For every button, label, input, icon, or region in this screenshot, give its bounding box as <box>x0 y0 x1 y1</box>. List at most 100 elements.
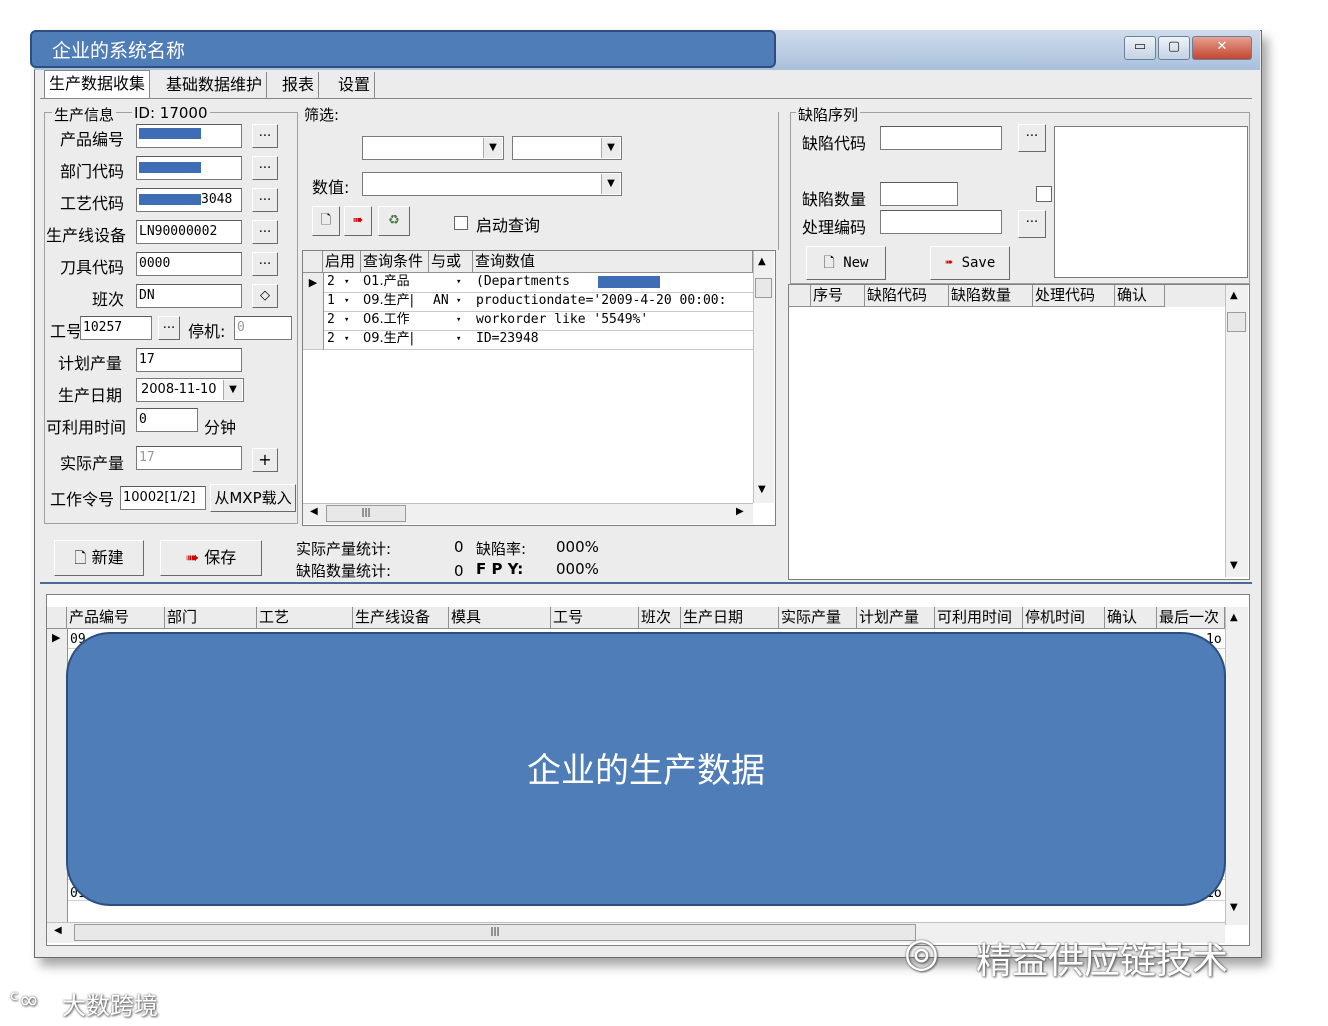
scroll-right-icon[interactable]: ▶ <box>736 506 744 517</box>
chevron-down-icon[interactable]: ▾ <box>456 273 468 292</box>
defect-new-button[interactable]: 🗋 New <box>806 246 886 280</box>
scrollbar-thumb[interactable]: ||| <box>326 505 406 522</box>
defect-confirm-checkbox[interactable] <box>1036 186 1052 202</box>
defect-save-button[interactable]: ➠ Save <box>930 246 1010 280</box>
dept-code-input[interactable] <box>136 156 242 180</box>
filter-row-condition[interactable]: 06.工作 <box>363 311 427 330</box>
tool-code-input[interactable]: 0000 <box>136 252 242 276</box>
tab-settings[interactable]: 设置 <box>334 72 376 98</box>
filter-row-condition[interactable]: 01.产品 <box>363 273 427 292</box>
maximize-button[interactable]: ▢ <box>1158 36 1190 60</box>
filter-field-select[interactable]: ▼ <box>362 136 504 160</box>
process-code-browse-button[interactable]: ... <box>252 188 278 212</box>
close-button[interactable]: ✕ <box>1192 36 1252 60</box>
chevron-down-icon[interactable]: ▾ <box>456 292 468 311</box>
defect-col-handle[interactable]: 处理代码 <box>1033 285 1115 307</box>
filter-delete-button[interactable]: ♻ <box>378 206 410 236</box>
planned-qty-input[interactable]: 17 <box>136 348 242 372</box>
production-grid-col-7[interactable]: 生产日期 <box>681 607 779 629</box>
filter-row-value[interactable]: ID=23948 <box>476 330 752 349</box>
new-record-button[interactable]: 🗋 新建 <box>54 540 144 576</box>
add-qty-button[interactable]: + <box>252 448 278 472</box>
scrollbar-thumb[interactable] <box>1227 312 1246 332</box>
auto-query-checkbox[interactable] <box>454 216 468 230</box>
defect-list-box[interactable] <box>1054 126 1248 278</box>
production-grid-col-2[interactable]: 工艺 <box>257 607 353 629</box>
production-grid-col-10[interactable]: 可利用时间 <box>935 607 1023 629</box>
worker-id-input[interactable]: 10257 <box>80 316 152 340</box>
scroll-up-icon[interactable]: ▲ <box>1230 290 1238 301</box>
load-from-mxp-button[interactable]: 从MXP载入 <box>210 484 296 512</box>
chevron-down-icon[interactable]: ▼ <box>601 174 620 194</box>
handle-code-input[interactable] <box>880 210 1002 234</box>
worker-id-browse-button[interactable]: ... <box>158 316 180 340</box>
filter-row-condition[interactable]: 09.生产| <box>363 330 427 349</box>
scrollbar-thumb[interactable]: ||| <box>74 924 916 941</box>
line-equipment-browse-button[interactable]: ... <box>252 220 278 244</box>
line-equipment-input[interactable]: LN90000002 <box>136 220 242 244</box>
production-date-picker[interactable]: 2008-11-10 ▼ <box>136 378 244 402</box>
chevron-down-icon[interactable]: ▾ <box>344 273 356 292</box>
production-grid-col-12[interactable]: 确认 <box>1105 607 1157 629</box>
filter-col-enabled[interactable]: 启用 <box>323 251 361 273</box>
production-grid-col-8[interactable]: 实际产量 <box>779 607 857 629</box>
chevron-down-icon[interactable]: ▾ <box>344 311 356 330</box>
production-grid-col-1[interactable]: 部门 <box>165 607 257 629</box>
filter-col-andor[interactable]: 与或 <box>429 251 473 273</box>
scroll-left-icon[interactable]: ◀ <box>54 925 62 936</box>
shift-diamond-button[interactable]: ◇ <box>252 284 278 308</box>
chevron-down-icon[interactable]: ▼ <box>483 138 502 158</box>
chevron-down-icon[interactable]: ▾ <box>344 292 356 311</box>
production-grid-col-6[interactable]: 班次 <box>639 607 681 629</box>
production-grid-col-11[interactable]: 停机时间 <box>1023 607 1105 629</box>
filter-col-condition[interactable]: 查询条件 <box>361 251 429 273</box>
product-code-input[interactable] <box>136 124 242 148</box>
filter-new-button[interactable]: 🗋 <box>312 206 340 236</box>
tool-code-browse-button[interactable]: ... <box>252 252 278 276</box>
production-grid-col-13[interactable]: 最后一次 <box>1157 607 1225 629</box>
production-grid-vscrollbar[interactable] <box>1225 607 1248 925</box>
production-grid-col-9[interactable]: 计划产量 <box>857 607 935 629</box>
work-order-input[interactable]: 10002[1/2] <box>120 486 206 510</box>
shift-input[interactable]: DN <box>136 284 242 308</box>
downtime-input[interactable]: 0 <box>234 316 292 340</box>
scroll-down-icon[interactable]: ▼ <box>1230 902 1238 913</box>
save-record-button[interactable]: ➠ 保存 <box>160 540 262 576</box>
filter-operator-select[interactable]: ▼ <box>512 136 622 160</box>
defect-col-confirm[interactable]: 确认 <box>1115 285 1165 307</box>
defect-code-input[interactable] <box>880 126 1002 150</box>
scrollbar-thumb[interactable] <box>755 278 772 298</box>
filter-row-value[interactable]: productiondate='2009-4-20 00:00: <box>476 292 752 311</box>
scroll-up-icon[interactable]: ▲ <box>1230 612 1238 623</box>
chevron-down-icon[interactable]: ▼ <box>223 380 242 400</box>
tab-reports[interactable]: 报表 <box>278 72 320 98</box>
chevron-down-icon[interactable]: ▾ <box>456 330 468 349</box>
available-time-input[interactable]: 0 <box>136 408 198 432</box>
production-grid-col-3[interactable]: 生产线设备 <box>353 607 449 629</box>
defect-col-qty[interactable]: 缺陷数量 <box>949 285 1033 307</box>
scroll-down-icon[interactable]: ▼ <box>758 484 766 495</box>
tab-production-data[interactable]: 生产数据收集 <box>44 70 151 99</box>
production-grid-col-4[interactable]: 模具 <box>449 607 551 629</box>
scroll-up-icon[interactable]: ▲ <box>758 256 766 267</box>
defect-col-code[interactable]: 缺陷代码 <box>865 285 949 307</box>
chevron-down-icon[interactable]: ▾ <box>456 311 468 330</box>
defect-qty-input[interactable] <box>880 182 958 206</box>
scroll-left-icon[interactable]: ◀ <box>310 506 318 517</box>
filter-apply-button[interactable]: ➠ <box>344 206 372 236</box>
product-code-browse-button[interactable]: ... <box>252 124 278 148</box>
chevron-down-icon[interactable]: ▼ <box>601 138 620 158</box>
filter-col-value[interactable]: 查询数值 <box>473 251 753 273</box>
tab-basic-data[interactable]: 基础数据维护 <box>162 72 268 98</box>
process-code-input[interactable]: 3048 <box>136 188 242 212</box>
defect-code-browse-button[interactable]: ... <box>1018 124 1046 152</box>
minimize-button[interactable]: ▭ <box>1124 36 1156 60</box>
defect-col-seq[interactable]: 序号 <box>811 285 865 307</box>
filter-row-condition[interactable]: 09.生产| <box>363 292 427 311</box>
filter-row-value[interactable]: workorder like '5549%' <box>476 311 752 330</box>
dept-code-browse-button[interactable]: ... <box>252 156 278 180</box>
handle-code-browse-button[interactable]: ... <box>1018 210 1046 238</box>
actual-qty-input[interactable]: 17 <box>136 446 242 470</box>
production-grid-col-0[interactable]: 产品编号 <box>67 607 165 629</box>
filter-value-select[interactable]: ▼ <box>362 172 622 196</box>
